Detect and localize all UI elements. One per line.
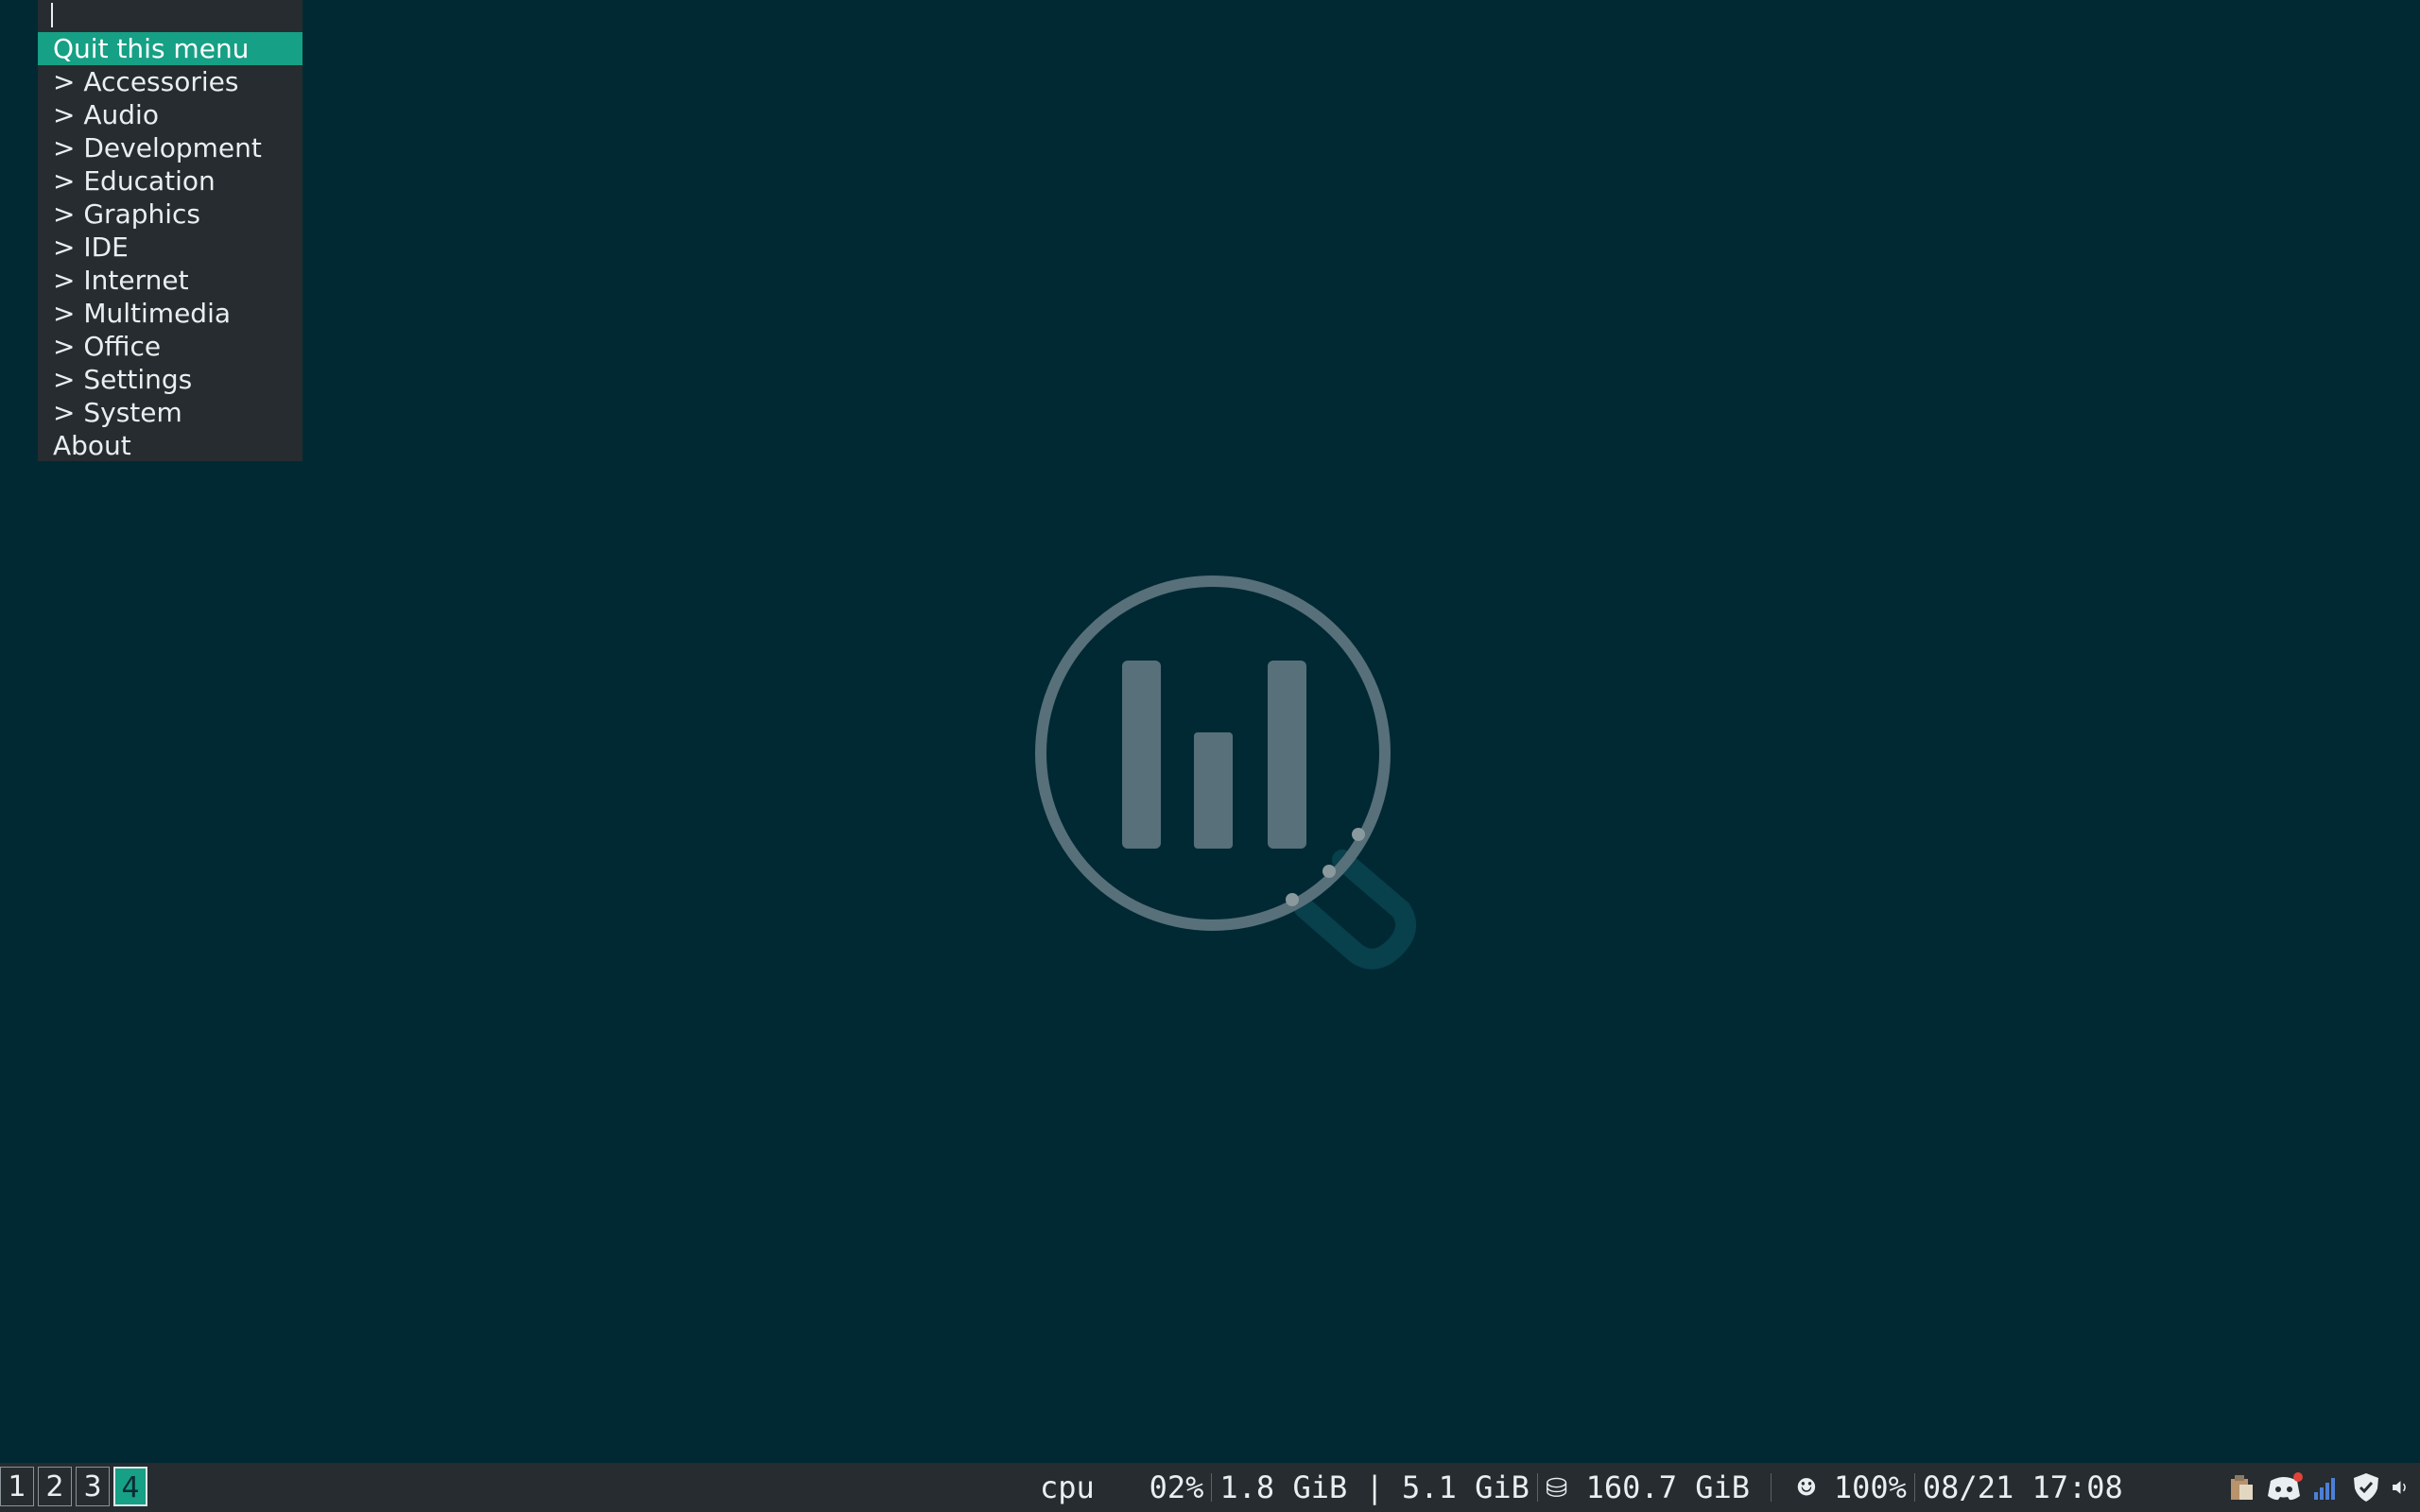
divider (1536, 1473, 1538, 1502)
cpu-label: cpu (1040, 1469, 1095, 1505)
menu-item-ide[interactable]: > IDE (38, 231, 302, 264)
divider (1211, 1473, 1213, 1502)
shield-check-icon[interactable] (2350, 1471, 2382, 1503)
logo-handle-inner (1326, 888, 1375, 932)
divider (1913, 1473, 1915, 1502)
system-tray (2225, 1470, 2414, 1504)
cpu-usage: 02% (1149, 1469, 1204, 1505)
menu-item-education[interactable]: > Education (38, 164, 302, 198)
logo-dot (1352, 828, 1365, 841)
logo-bar-right (1268, 661, 1306, 849)
menu-item-multimedia[interactable]: > Multimedia (38, 297, 302, 330)
app-launcher-menu: Quit this menu > Accessories > Audio > Deve… (38, 0, 302, 461)
wallpaper-logo (1035, 576, 1417, 970)
desktop: Quit this menu > Accessories > Audio > Deve… (0, 0, 2420, 1463)
discord-icon[interactable] (2265, 1471, 2303, 1503)
workspace-button-3[interactable]: 3 (76, 1467, 110, 1506)
workspace-switcher: 1234 (0, 1467, 147, 1506)
menu-item-graphics[interactable]: > Graphics (38, 198, 302, 231)
menu-item-internet[interactable]: > Internet (38, 264, 302, 297)
workspace-button-1[interactable]: 1 (0, 1467, 34, 1506)
menu-item-development[interactable]: > Development (38, 131, 302, 164)
menu-item-about[interactable]: About (38, 429, 302, 462)
network-signal-icon[interactable] (2310, 1471, 2342, 1503)
battery-icon: ☻ (1797, 1469, 1816, 1505)
battery-level: 100% (1833, 1469, 1907, 1505)
logo-bar-left (1122, 661, 1161, 849)
workspace-button-2[interactable]: 2 (38, 1467, 72, 1506)
logo-dot (1322, 865, 1336, 878)
divider (1771, 1473, 1772, 1502)
menu-item-quit-this-menu[interactable]: Quit this menu (38, 32, 302, 65)
disk-icon: ⛁ (1545, 1471, 1568, 1503)
volume-icon[interactable] (2390, 1471, 2414, 1503)
clipboard-icon[interactable] (2225, 1471, 2257, 1503)
menu-item-settings[interactable]: > Settings (38, 363, 302, 396)
status-bar: 1234 cpu 02% 1.8 GiB | 5.1 GiB ⛁ 160.7 G… (0, 1463, 2420, 1512)
menu-search-input[interactable] (38, 0, 302, 32)
memory-usage: 1.8 GiB | 5.1 GiB (1219, 1469, 1530, 1505)
system-status: cpu 02% 1.8 GiB | 5.1 GiB ⛁ 160.7 GiB ☻ … (1040, 1463, 2123, 1512)
menu-item-audio[interactable]: > Audio (38, 98, 302, 131)
menu-item-system[interactable]: > System (38, 396, 302, 429)
date-time[interactable]: 08/21 17:08 (1923, 1469, 2123, 1505)
logo-bar-middle (1194, 732, 1233, 849)
menu-item-office[interactable]: > Office (38, 330, 302, 363)
text-caret (51, 3, 53, 27)
logo-dot (1286, 893, 1299, 906)
menu-item-accessories[interactable]: > Accessories (38, 65, 302, 98)
disk-free: 160.7 GiB (1585, 1469, 1751, 1505)
workspace-button-4[interactable]: 4 (113, 1467, 147, 1506)
